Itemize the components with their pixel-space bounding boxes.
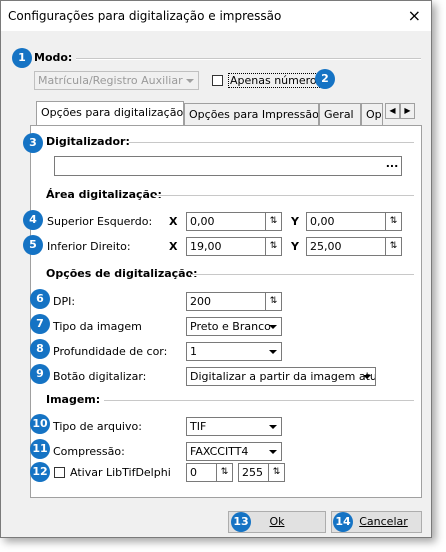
digitalizador-divider [129, 142, 414, 144]
callout-badge-10: 10 [30, 414, 50, 434]
libtif-label: Ativar LibTifDelphi [70, 466, 171, 479]
callout-badge-4: 4 [23, 210, 43, 230]
callout-badge-1: 1 [12, 48, 32, 68]
inferior-x-input[interactable]: 19,00 [186, 237, 266, 256]
title-bar: Configurações para digitalização e impre… [1, 1, 431, 31]
callout-badge-9: 9 [30, 364, 50, 384]
window-title: Configurações para digitalização e impre… [8, 9, 282, 23]
libtif-value1-spinner[interactable]: ⇅ [216, 463, 233, 482]
inferior-y-spinner[interactable]: ⇅ [385, 237, 402, 256]
modo-divider [76, 58, 421, 60]
chevron-down-icon [266, 345, 279, 358]
tipo-imagem-label: Tipo da imagem [53, 320, 142, 333]
libtif-value1-input[interactable]: 0 [186, 463, 217, 482]
callout-badge-3: 3 [23, 133, 43, 153]
libtif-value2-input[interactable]: 255 [238, 463, 269, 482]
libtif-value2-spinner[interactable]: ⇅ [268, 463, 285, 482]
tipo-imagem-select[interactable]: Preto e Branco [186, 317, 282, 336]
superior-esquerdo-label: Superior Esquerdo: [47, 215, 153, 228]
botao-digitalizar-value: Digitalizar a partir da imagem atual [190, 370, 376, 383]
tipo-arquivo-label: Tipo de arquivo: [53, 420, 142, 433]
digitalizador-label: Digitalizador: [46, 135, 130, 148]
chevron-down-icon [266, 320, 279, 333]
profundidade-cor-label: Profundidade de cor: [53, 345, 168, 358]
modo-select[interactable]: Matrícula/Registro Auxiliar [34, 71, 199, 90]
inferior-x-spinner[interactable]: ⇅ [265, 237, 282, 256]
superior-y-spinner[interactable]: ⇅ [385, 212, 402, 231]
botao-digitalizar-select[interactable]: Digitalizar a partir da imagem atual [186, 367, 376, 386]
inferior-y-label: Y [291, 240, 299, 253]
apenas-numeros-label[interactable]: Apenas números [228, 73, 325, 88]
tab-scroll-right-icon[interactable]: ▶ [400, 103, 415, 119]
profundidade-cor-select[interactable]: 1 [186, 342, 282, 361]
chevron-down-icon [360, 370, 373, 383]
tipo-arquivo-select[interactable]: TIF [186, 417, 282, 436]
compressao-value: FAXCCITT4 [190, 445, 249, 458]
callout-badge-2: 2 [315, 69, 335, 89]
tab-opcoes-digitalizacao[interactable]: Opções para digitalização [36, 101, 184, 125]
opcoes-divider [191, 274, 414, 276]
superior-y-label: Y [291, 215, 299, 228]
inferior-direito-label: Inferior Direito: [47, 240, 131, 253]
inferior-x-label: X [169, 240, 178, 253]
chevron-down-icon [266, 445, 279, 458]
tab-opcoes-impressao[interactable]: Opções para Impressão [184, 103, 319, 125]
callout-badge-14: 14 [333, 512, 353, 532]
dpi-label: DPI: [53, 295, 76, 308]
tab-geral[interactable]: Geral [319, 103, 361, 125]
close-icon[interactable]: × [408, 6, 421, 25]
callout-badge-11: 11 [30, 439, 50, 459]
tipo-imagem-value: Preto e Branco [190, 320, 271, 333]
botao-digitalizar-label: Botão digitalizar: [53, 370, 147, 383]
apenas-numeros-checkbox[interactable] [212, 75, 223, 86]
compressao-select[interactable]: FAXCCITT4 [186, 442, 282, 461]
profundidade-cor-value: 1 [190, 345, 197, 358]
ok-button-label: Ok [269, 515, 285, 528]
superior-y-input[interactable]: 0,00 [306, 212, 386, 231]
compressao-label: Compressão: [53, 445, 125, 458]
superior-x-spinner[interactable]: ⇅ [265, 212, 282, 231]
tab-overflow[interactable]: Opç [361, 103, 383, 125]
superior-x-input[interactable]: 0,00 [186, 212, 266, 231]
digitalizador-field[interactable] [54, 156, 402, 176]
imagem-label: Imagem: [46, 393, 101, 406]
dpi-input[interactable]: 200 [186, 292, 266, 311]
modo-select-value: Matrícula/Registro Auxiliar [38, 74, 183, 87]
modo-label: Modo: [34, 51, 73, 64]
cancel-button-label: Cancelar [359, 515, 408, 528]
area-divider [154, 195, 414, 197]
browse-button[interactable]: ... [383, 157, 401, 175]
dpi-spinner[interactable]: ⇅ [265, 292, 282, 311]
tab-scroll-left-icon[interactable]: ◀ [385, 103, 400, 119]
callout-badge-5: 5 [23, 235, 43, 255]
callout-badge-6: 6 [30, 289, 50, 309]
chevron-down-icon [266, 420, 279, 433]
superior-x-label: X [169, 215, 178, 228]
tipo-arquivo-value: TIF [190, 420, 207, 433]
callout-badge-12: 12 [30, 462, 50, 482]
callout-badge-13: 13 [231, 512, 251, 532]
libtif-checkbox[interactable] [54, 467, 65, 478]
inferior-y-input[interactable]: 25,00 [306, 237, 386, 256]
area-digitalizacao-label: Área digitalização: [46, 188, 162, 201]
imagem-divider [104, 400, 414, 402]
callout-badge-8: 8 [30, 339, 50, 359]
dialog-window: Configurações para digitalização e impre… [0, 0, 432, 538]
chevron-down-icon [183, 74, 196, 87]
opcoes-digitalizacao-label: Opções de digitalização: [46, 267, 198, 280]
callout-badge-7: 7 [30, 314, 50, 334]
